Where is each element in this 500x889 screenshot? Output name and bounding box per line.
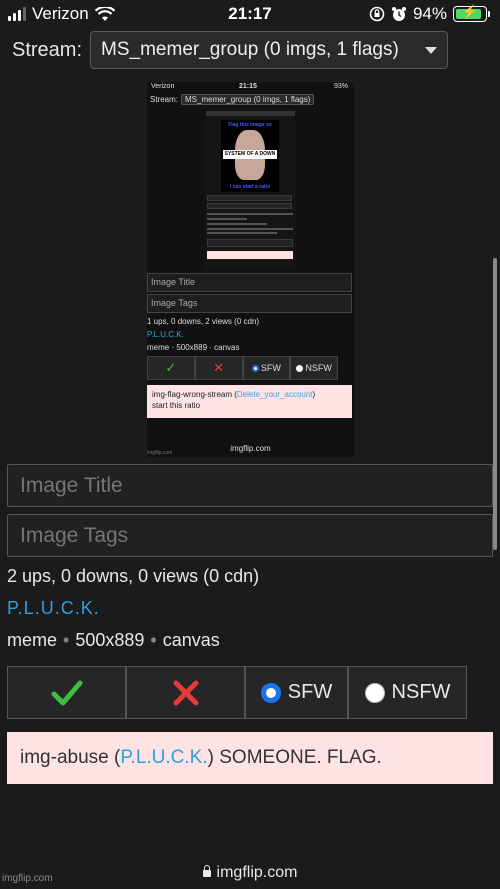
alarm-icon xyxy=(391,7,406,21)
preview-check-icon: ✓ xyxy=(147,356,195,380)
sfw-radio-button[interactable]: SFW xyxy=(245,666,348,719)
battery-percent: 94% xyxy=(412,4,447,23)
lock-icon xyxy=(202,865,211,877)
approve-button[interactable] xyxy=(7,666,126,719)
preview-stream-label: Stream: xyxy=(150,95,179,104)
battery-icon: ⚡ xyxy=(453,4,487,22)
radio-selected-icon xyxy=(260,682,281,703)
meta-type: meme xyxy=(7,630,58,650)
preview-nested-text xyxy=(207,213,293,215)
preview-carrier: Verizon xyxy=(151,83,175,90)
radio-unselected-icon xyxy=(364,682,385,703)
status-right: 94% ⚡ xyxy=(369,4,490,24)
preview-title-field: Image Title xyxy=(147,273,352,292)
preview-nested-title xyxy=(207,195,292,201)
meme-band-text: SYSTEM OF A DOWN xyxy=(223,150,277,159)
stream-select[interactable]: MS_memer_group (0 imgs, 1 flags) xyxy=(90,31,449,69)
watermark: imgflip.com xyxy=(2,873,53,884)
meme-bottom-text: I can start a ratio xyxy=(229,184,270,190)
meme-top-text: Flag this image so xyxy=(228,122,272,128)
stream-row: Stream: MS_memer_group (0 imgs, 1 flags) xyxy=(12,31,449,69)
preview-nested-text xyxy=(207,218,247,220)
image-stats: 2 ups, 0 downs, 0 views (0 cdn) xyxy=(7,566,260,586)
preview-nested-screenshot: Flag this image so SYSTEM OF A DOWN I ca… xyxy=(205,110,296,270)
meta-size: 500x889 xyxy=(75,630,145,650)
preview-flag-suffix: ) xyxy=(312,390,316,399)
meta-render: canvas xyxy=(162,630,220,650)
image-meta: meme • 500x889 • canvas xyxy=(7,630,220,651)
flag-user-link[interactable]: P.L.U.C.K. xyxy=(120,747,207,769)
charging-bolt-icon: ⚡ xyxy=(461,4,479,19)
preview-nsfw: NSFW xyxy=(290,356,338,380)
preview-flag-link: Delete_your_account xyxy=(236,390,313,399)
meme-image: Verizon 21:15 93% Stream: MS_memer_group… xyxy=(147,82,354,457)
battery-tip xyxy=(488,11,490,17)
preview-stats: 1 ups, 0 downs, 2 views (0 cdn) xyxy=(147,317,260,326)
preview-user-link: P.L.U.C.K. xyxy=(147,330,184,339)
user-link[interactable]: P.L.U.C.K. xyxy=(7,598,100,619)
preview-meme-picture: Flag this image so SYSTEM OF A DOWN I ca… xyxy=(221,120,279,192)
status-bar: Verizon 21:17 94% ⚡ xyxy=(0,0,500,28)
preview-flag-box: img-flag-wrong-stream (Delete_your_accou… xyxy=(147,385,352,418)
separator-dot: • xyxy=(150,630,157,650)
preview-x-icon: ✕ xyxy=(194,356,243,380)
preview-flag-line2: start this ratio xyxy=(152,401,201,410)
check-icon xyxy=(51,680,82,705)
preview-nsfw-label: NSFW xyxy=(305,363,332,373)
preview-footer-url: imgflip.com xyxy=(230,444,271,453)
preview-flag-prefix: img-flag-wrong-stream ( xyxy=(152,390,237,399)
chevron-down-icon xyxy=(425,46,438,54)
preview-nested-buttons xyxy=(207,239,293,247)
preview-nested-text xyxy=(207,232,277,234)
stream-label: Stream: xyxy=(12,38,83,61)
preview-status-bar: Verizon 21:15 93% xyxy=(147,82,354,94)
preview-battery: 93% xyxy=(333,83,348,90)
orientation-lock-icon xyxy=(369,6,385,22)
preview-buttons: ✓ ✕ SFW NSFW xyxy=(147,356,338,380)
preview-nested-flag xyxy=(207,251,293,259)
image-title-input[interactable] xyxy=(7,464,493,507)
preview-meta: meme · 500x889 · canvas xyxy=(147,343,240,352)
x-icon xyxy=(173,680,198,705)
sfw-label: SFW xyxy=(287,681,333,703)
nsfw-label: NSFW xyxy=(391,681,451,703)
preview-stream-row: Stream: MS_memer_group (0 imgs, 1 flags) xyxy=(150,94,315,105)
preview-nested-header xyxy=(206,111,295,116)
preview-time: 21:15 xyxy=(239,83,257,90)
scrollbar[interactable] xyxy=(493,258,497,550)
preview-sfw: SFW xyxy=(242,356,291,380)
moderation-buttons: SFW NSFW xyxy=(7,666,467,719)
reject-button[interactable] xyxy=(126,666,245,719)
preview-nested-tags xyxy=(207,203,292,209)
preview-sfw-label: SFW xyxy=(260,363,281,373)
url-text: imgflip.com xyxy=(216,864,298,881)
nsfw-radio-button[interactable]: NSFW xyxy=(348,666,467,719)
preview-tags-field: Image Tags xyxy=(147,294,352,313)
flag-notice: img-abuse (P.L.U.C.K.) SOMEONE. FLAG. xyxy=(7,732,493,784)
preview-nested-text xyxy=(207,228,293,230)
image-tags-input[interactable] xyxy=(7,514,493,557)
preview-stream-select: MS_memer_group (0 imgs, 1 flags) xyxy=(181,94,315,105)
preview-nested-text xyxy=(207,223,267,225)
browser-url-bar[interactable]: imgflip.com xyxy=(0,864,500,882)
preview-watermark: imgflip.com xyxy=(147,450,173,456)
stream-select-value: MS_memer_group (0 imgs, 1 flags) xyxy=(101,39,399,60)
separator-dot: • xyxy=(63,630,70,650)
flag-prefix: img-abuse ( xyxy=(20,747,121,768)
flag-suffix: ) SOMEONE. FLAG. xyxy=(207,747,382,768)
